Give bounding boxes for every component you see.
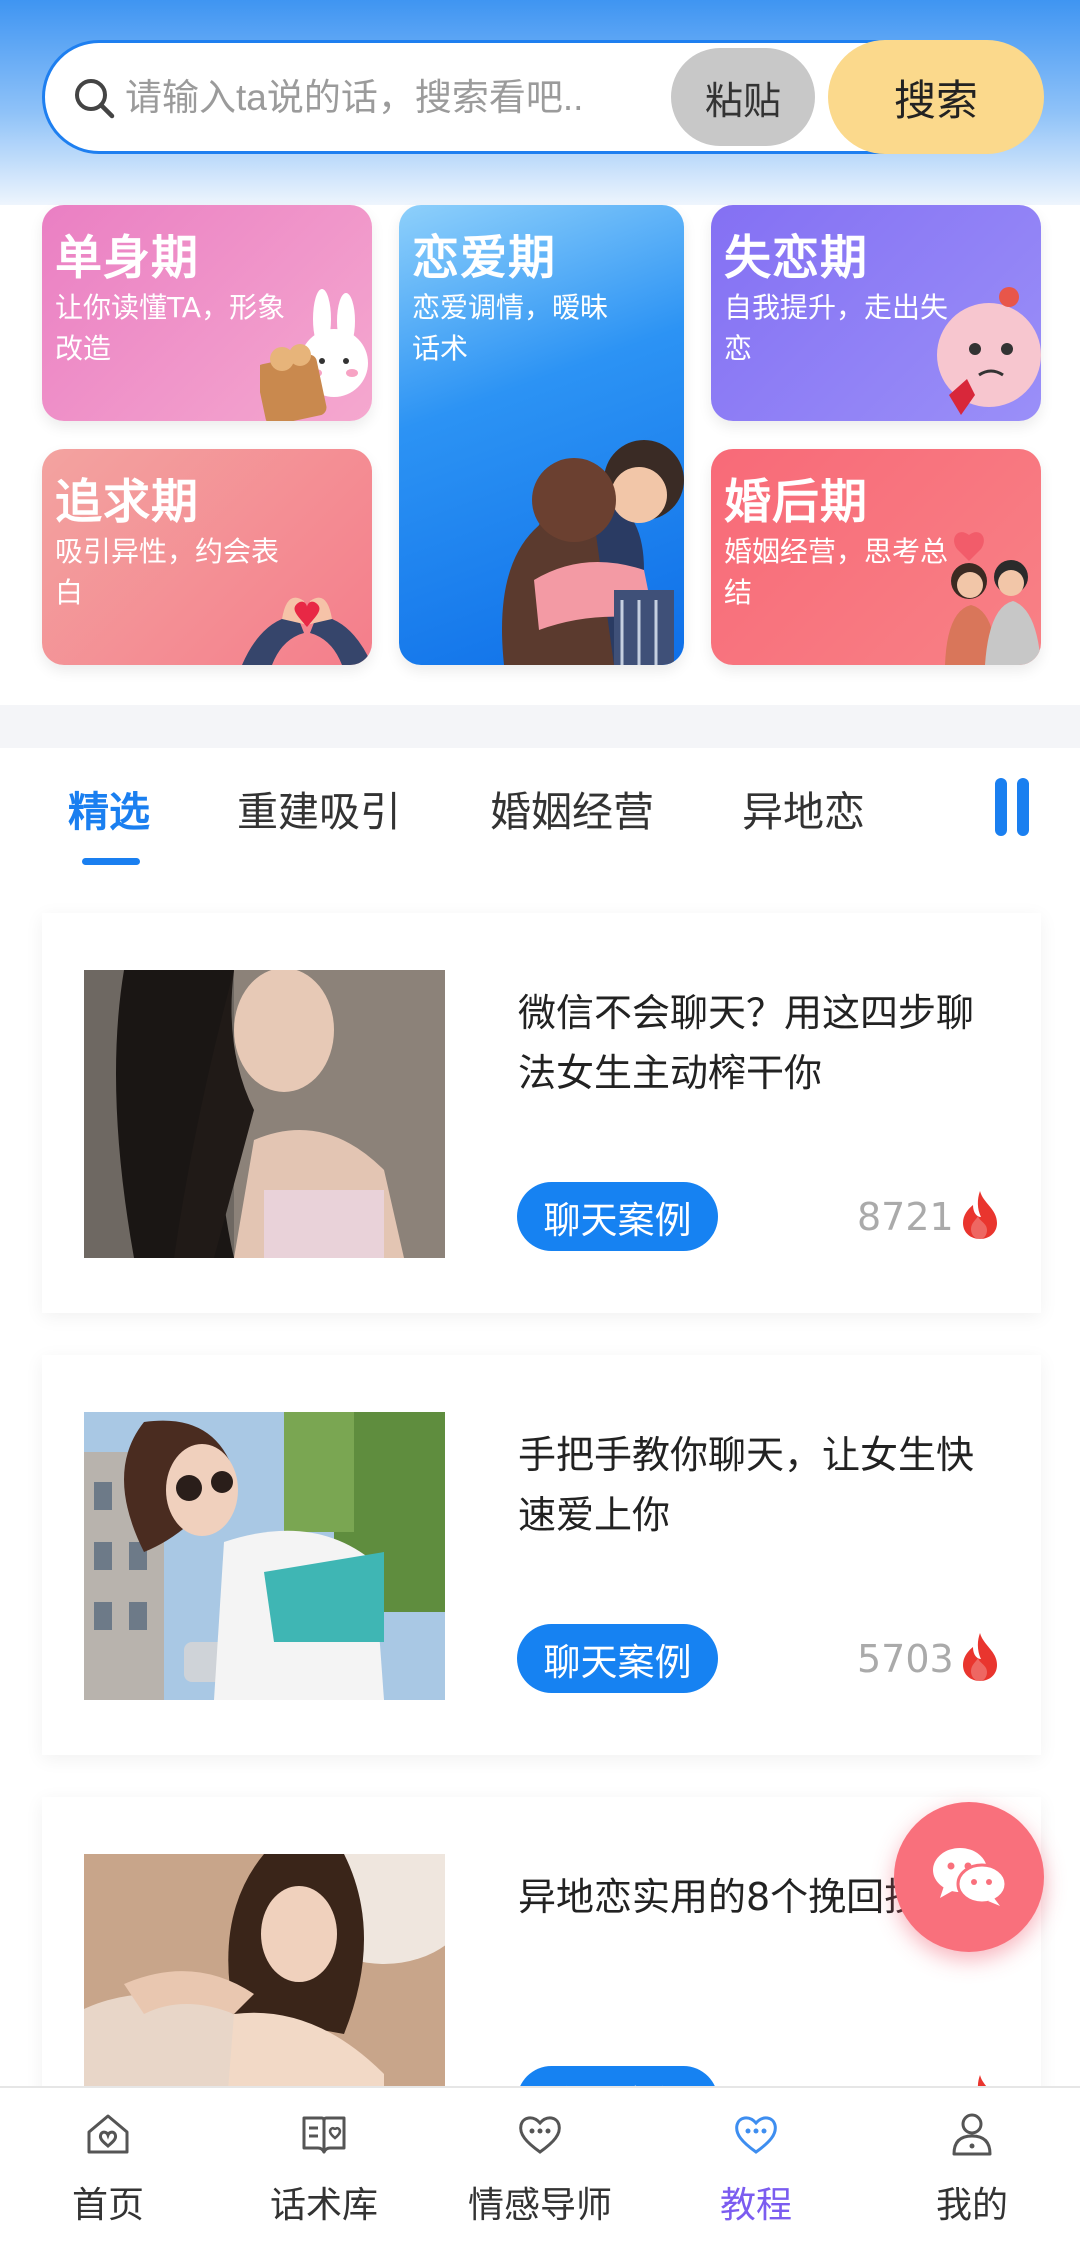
article-tag-button[interactable]: 聊天案例 [517, 2066, 718, 2086]
stage-card-married[interactable]: 婚后期 婚姻经营，思考总结 [711, 449, 1041, 665]
user-icon [952, 2113, 992, 2156]
article-title: 微信不会聊天？用这四步聊法女生主动榨干你 [518, 991, 975, 1095]
heart-chat-icon [735, 2116, 777, 2154]
article-tag-button[interactable]: 聊天案例 [517, 1182, 718, 1251]
stage-subtitle: 恋爱调情，暧昧话术 [412, 291, 609, 365]
stage-cards: 单身期 让你读懂TA，形象改造 恋爱期 恋爱调情，暧昧话术 失恋期 自我提升，走… [0, 205, 1080, 705]
heart-hands-illustration [242, 597, 372, 665]
paste-button[interactable]: 粘贴 [671, 48, 815, 146]
article-thumbnail [84, 1854, 445, 2086]
view-count: 5703 [857, 1637, 954, 1681]
article-title: 手把手教你聊天，让女生快速爱上你 [518, 1433, 975, 1537]
fire-icon [963, 1191, 997, 1239]
fire-icon [963, 1633, 997, 1681]
article-thumbnail [84, 970, 445, 1258]
stage-title: 单身期 [55, 231, 199, 286]
stage-card-single[interactable]: 单身期 让你读懂TA，形象改造 [42, 205, 372, 421]
couple-hug-illustration [502, 440, 684, 665]
article-card[interactable]: 微信不会聊天？用这四步聊法女生主动榨干你 聊天案例 8721 [42, 913, 1041, 1313]
header: 粘贴 搜索 [0, 0, 1080, 205]
category-tabs: 精选 重建吸引 婚姻经营 异地恋 [0, 748, 1080, 893]
bunny-illustration [260, 289, 368, 421]
stage-card-breakup[interactable]: 失恋期 自我提升，走出失恋 [711, 205, 1041, 421]
nav-label: 话术库 [269, 2185, 378, 2226]
nav-label: 首页 [71, 2185, 144, 2226]
search-icon [75, 79, 115, 119]
stage-title: 婚后期 [724, 475, 868, 530]
view-count: 8721 [857, 1195, 954, 1239]
app-screen: 粘贴 搜索 单身期 让你读懂TA，形象改造 恋爱期 恋爱调情，暧昧话术 [0, 0, 1080, 2256]
tab-marriage[interactable]: 婚姻经营 [490, 778, 654, 838]
tab-rebuild-attraction[interactable]: 重建吸引 [237, 778, 401, 838]
tab-long-distance[interactable]: 异地恋 [742, 778, 865, 838]
home-icon [87, 2114, 129, 2154]
chat-float-button[interactable] [894, 1802, 1044, 1952]
article-thumbnail [84, 1412, 445, 1700]
stage-card-pursuit[interactable]: 追求期 吸引异性，约会表白 [42, 449, 372, 665]
stage-title: 恋爱期 [412, 231, 556, 286]
stage-title: 失恋期 [724, 231, 868, 286]
search-button[interactable]: 搜索 [828, 40, 1044, 154]
nav-label: 我的 [935, 2185, 1008, 2226]
stage-card-love[interactable]: 恋爱期 恋爱调情，暧昧话术 [399, 205, 684, 665]
crying-character-illustration [937, 287, 1041, 415]
nav-mine[interactable]: 我的 [864, 2088, 1080, 2256]
tab-featured[interactable]: 精选 [68, 778, 150, 838]
book-icon [302, 2116, 346, 2154]
stage-subtitle: 婚姻经营，思考总结 [724, 535, 949, 609]
more-categories-icon[interactable] [995, 778, 1031, 836]
stage-title: 追求期 [55, 475, 199, 530]
fire-icon [977, 2075, 987, 2086]
nav-home[interactable]: 首页 [0, 2088, 216, 2256]
article-card[interactable]: 手把手教你聊天，让女生快速爱上你 聊天案例 5703 [42, 1355, 1041, 1755]
search-bar[interactable]: 粘贴 搜索 [42, 40, 1044, 154]
heart-chat-icon [519, 2116, 561, 2154]
active-tab-indicator [82, 858, 140, 865]
couple-illustration [945, 532, 1041, 665]
article-card[interactable]: 异地恋实用的8个挽回技巧 聊天案例 [42, 1797, 1041, 2086]
nav-label: 情感导师 [467, 2185, 612, 2226]
article-tag-button[interactable]: 聊天案例 [517, 1624, 718, 1693]
nav-label: 教程 [719, 2185, 792, 2226]
bottom-nav: 首页 话术库 情感导师 教程 我的 [0, 2086, 1080, 2256]
wechat-icon [933, 1848, 1008, 1906]
nav-mentor[interactable]: 情感导师 [432, 2088, 648, 2256]
nav-tutorial[interactable]: 教程 [648, 2088, 864, 2256]
search-input[interactable] [125, 63, 665, 133]
nav-script-library[interactable]: 话术库 [216, 2088, 432, 2256]
